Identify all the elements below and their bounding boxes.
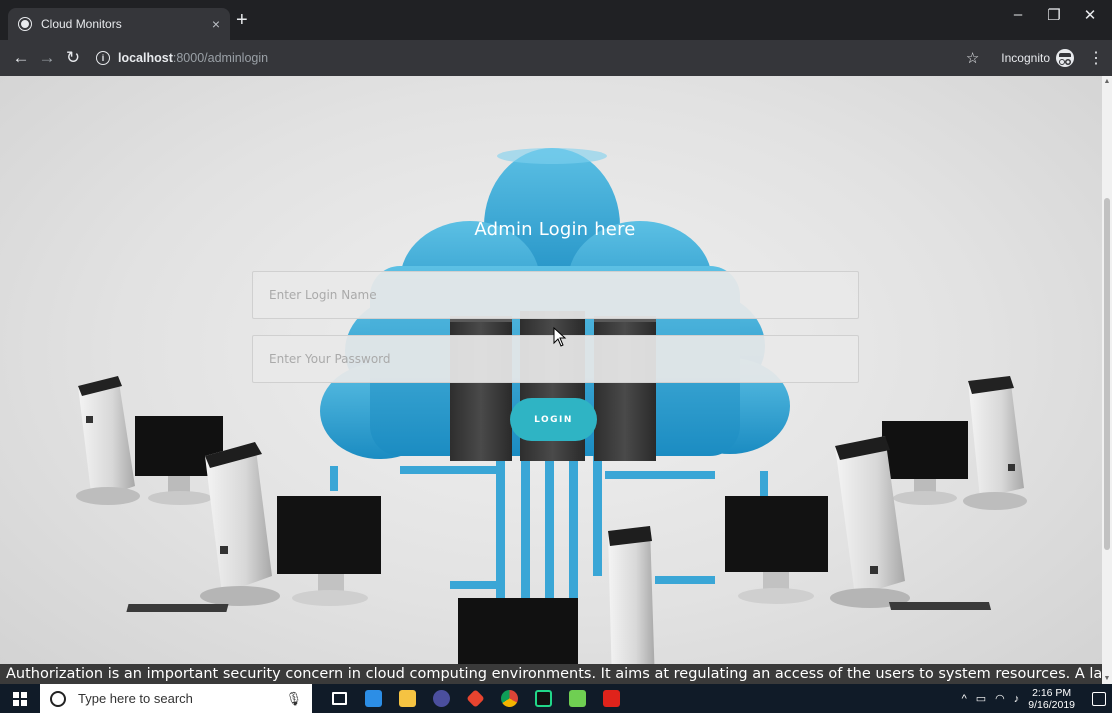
browser-tab[interactable]: Cloud Monitors ×	[8, 8, 230, 40]
cortana-icon	[50, 690, 66, 707]
microphone-icon[interactable]: 🎙	[285, 691, 302, 707]
close-window-icon[interactable]: ✕	[1072, 6, 1108, 24]
acrobat-icon[interactable]	[594, 684, 628, 713]
taskbar-apps	[322, 684, 628, 713]
notepad-icon[interactable]	[560, 684, 594, 713]
window-controls: – ❐ ✕	[1000, 6, 1108, 24]
restore-icon[interactable]: ❐	[1036, 6, 1072, 24]
back-arrow-icon[interactable]: ←	[8, 48, 34, 68]
show-hidden-icons-icon[interactable]: ^	[962, 693, 967, 705]
url-host: localhost	[118, 51, 173, 65]
windows-logo-icon	[13, 691, 27, 706]
browser-toolbar: ← → ↻ i localhost :8000/adminlogin ☆ Inc…	[0, 40, 1112, 76]
file-explorer-icon[interactable]	[390, 684, 424, 713]
bottom-computers	[458, 526, 655, 684]
git-icon[interactable]	[458, 684, 492, 713]
scrollbar-thumb[interactable]	[1104, 198, 1110, 550]
info-marquee: Authorization is an important security c…	[0, 664, 1102, 684]
wifi-icon[interactable]: ◠	[995, 692, 1005, 705]
minimize-icon[interactable]: –	[1000, 6, 1036, 24]
incognito-label: Incognito	[1001, 51, 1050, 65]
kebab-menu-icon[interactable]: ⋮	[1088, 48, 1104, 68]
clock-time: 2:16 PM	[1032, 686, 1072, 699]
pycharm-icon[interactable]	[526, 684, 560, 713]
tab-title: Cloud Monitors	[41, 17, 122, 31]
bookmark-star-icon[interactable]: ☆	[966, 49, 979, 67]
volume-icon[interactable]: ♪	[1014, 693, 1020, 705]
battery-icon[interactable]: ▭	[976, 692, 986, 705]
eclipse-icon[interactable]	[424, 684, 458, 713]
clock-date: 9/16/2019	[1028, 698, 1075, 711]
windows-taskbar: Type here to search 🎙 ^ ▭ ◠ ♪ 2:16 PM 9/…	[0, 684, 1112, 713]
mouse-cursor-icon	[553, 327, 567, 347]
vscode-icon[interactable]	[356, 684, 390, 713]
taskbar-search-placeholder: Type here to search	[78, 691, 193, 706]
forward-arrow-icon[interactable]: →	[34, 48, 60, 68]
taskbar-clock[interactable]: 2:16 PM 9/16/2019	[1028, 687, 1075, 711]
address-bar[interactable]: i localhost :8000/adminlogin	[96, 51, 966, 65]
scroll-up-icon[interactable]: ▲	[1102, 78, 1112, 85]
login-title: Admin Login here	[474, 219, 636, 240]
task-view-icon[interactable]	[322, 684, 356, 713]
start-button[interactable]	[0, 684, 40, 713]
system-tray: ^ ▭ ◠ ♪ 2:16 PM 9/16/2019	[962, 687, 1112, 711]
login-name-input[interactable]	[252, 271, 859, 319]
page-viewport: Admin Login here LOGIN Authorization is …	[0, 76, 1102, 684]
url-path: :8000/adminlogin	[172, 51, 269, 65]
reload-icon[interactable]: ↻	[60, 48, 86, 68]
tab-favicon-icon	[18, 17, 32, 31]
page-scrollbar[interactable]: ▲ ▼	[1102, 76, 1112, 684]
incognito-icon[interactable]	[1056, 49, 1074, 67]
new-tab-button[interactable]: +	[236, 10, 248, 30]
chrome-icon[interactable]	[492, 684, 526, 713]
tab-close-icon[interactable]: ×	[212, 16, 220, 32]
taskbar-search-box[interactable]: Type here to search 🎙	[40, 684, 312, 713]
login-button[interactable]: LOGIN	[510, 398, 597, 441]
scroll-down-icon[interactable]: ▼	[1102, 675, 1112, 682]
browser-tab-bar: Cloud Monitors × + – ❐ ✕	[0, 0, 1112, 40]
notifications-icon[interactable]	[1092, 691, 1106, 706]
info-icon[interactable]: i	[96, 51, 110, 65]
